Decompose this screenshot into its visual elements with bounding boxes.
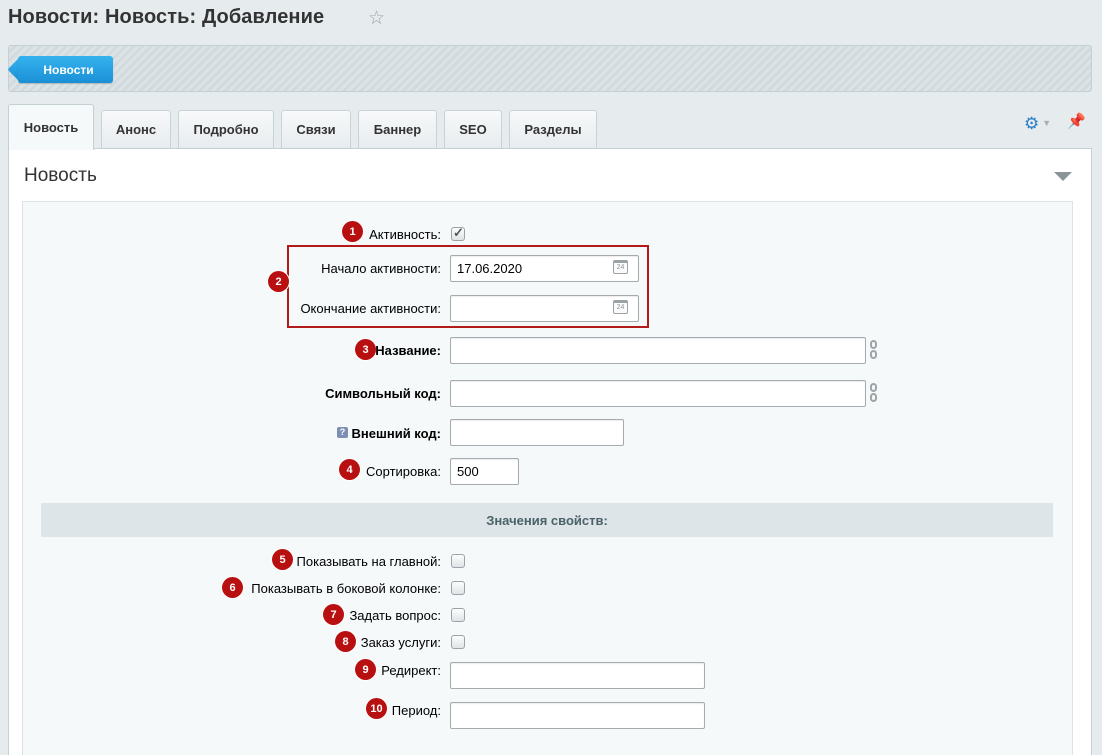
tab-news[interactable]: Новость (8, 104, 94, 150)
active-from-input[interactable]: 17.06.2020 (450, 255, 639, 282)
show-main-checkbox[interactable] (451, 554, 465, 568)
chain-link-icon[interactable] (870, 383, 878, 403)
tab-links[interactable]: Связи (281, 110, 351, 148)
active-label: Активность: (369, 227, 441, 242)
sort-label: Сортировка: (366, 464, 441, 479)
ask-question-label: Задать вопрос: (349, 608, 441, 623)
star-icon[interactable]: ☆ (368, 7, 385, 30)
back-to-news-button[interactable]: Новости (18, 56, 113, 83)
tab-seo[interactable]: SEO (444, 110, 502, 148)
annotation-badge-9: 9 (355, 659, 376, 680)
active-checkbox[interactable] (451, 225, 465, 241)
page-title: Новости: Новость: Добавление (8, 6, 325, 28)
external-code-label: Внешний код: (351, 426, 441, 441)
pin-icon[interactable]: 📌 (1067, 112, 1086, 130)
tab-banner[interactable]: Баннер (358, 110, 437, 148)
name-label: Название: (375, 343, 441, 358)
chevron-down-icon: ▼ (1042, 118, 1052, 128)
properties-header: Значения свойств: (41, 503, 1053, 537)
order-service-label: Заказ услуги: (360, 635, 441, 650)
tab-sections[interactable]: Разделы (509, 110, 597, 148)
external-code-input[interactable] (450, 419, 624, 446)
sort-input[interactable]: 500 (450, 458, 519, 485)
annotation-badge-1: 1 (342, 221, 363, 242)
active-to-label: Окончание активности: (300, 301, 441, 316)
annotation-badge-6: 6 (222, 577, 243, 598)
section-title: Новость (24, 165, 97, 186)
annotation-badge-10: 10 (366, 698, 387, 719)
code-input[interactable] (450, 380, 866, 407)
toolbar (8, 45, 1092, 92)
help-icon[interactable]: ? (337, 427, 348, 438)
chain-link-icon[interactable] (870, 340, 878, 360)
annotation-badge-8: 8 (335, 631, 356, 652)
redirect-input[interactable] (450, 662, 705, 689)
name-input[interactable] (450, 337, 866, 364)
period-label: Период: (391, 703, 441, 718)
show-sidebar-label: Показывать в боковой колонке: (251, 581, 441, 596)
annotation-badge-7: 7 (323, 604, 344, 625)
ask-question-checkbox[interactable] (451, 608, 465, 622)
annotation-badge-5: 5 (272, 549, 293, 570)
settings-gear-icon[interactable]: ⚙ ▼ (1024, 114, 1054, 134)
calendar-icon[interactable]: 24 (613, 260, 628, 274)
active-from-label: Начало активности: (321, 261, 441, 276)
calendar-icon[interactable]: 24 (613, 300, 628, 314)
collapse-triangle-icon[interactable] (1054, 172, 1072, 181)
tab-details[interactable]: Подробно (178, 110, 274, 148)
show-sidebar-checkbox[interactable] (451, 581, 465, 595)
redirect-label: Редирект: (381, 663, 441, 678)
order-service-checkbox[interactable] (451, 635, 465, 649)
period-input[interactable] (450, 702, 705, 729)
active-to-input[interactable] (450, 295, 639, 322)
annotation-badge-2: 2 (268, 271, 289, 292)
tab-announce[interactable]: Анонс (101, 110, 171, 148)
code-label: Символьный код: (325, 386, 441, 401)
show-main-label: Показывать на главной: (296, 554, 441, 569)
annotation-badge-4: 4 (339, 459, 360, 480)
annotation-badge-3: 3 (355, 339, 376, 360)
